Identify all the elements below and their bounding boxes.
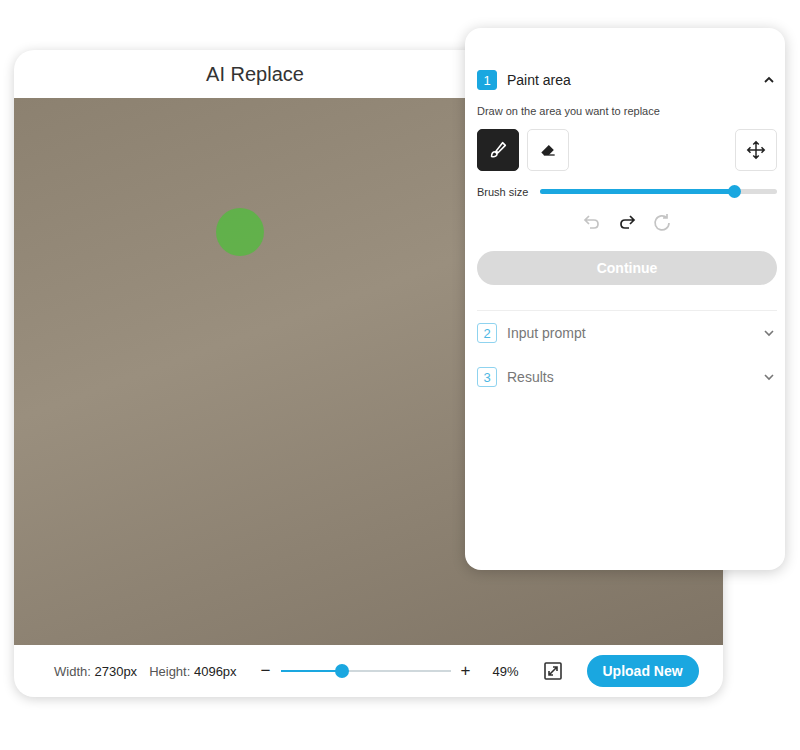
reset-icon[interactable]: [652, 212, 672, 232]
brush-tool-button[interactable]: [477, 129, 519, 171]
editor-title: AI Replace: [206, 63, 304, 86]
undo-icon[interactable]: [582, 212, 602, 232]
brush-icon: [487, 139, 509, 161]
step-title: Input prompt: [507, 325, 753, 341]
brush-cursor: [216, 208, 264, 256]
step-title: Results: [507, 369, 753, 385]
steps-panel: 1 Paint area Draw on the area you want t…: [465, 28, 785, 570]
step-title: Paint area: [507, 72, 753, 88]
step-header[interactable]: 2 Input prompt: [477, 311, 777, 355]
editor-footer: Width: 2730px Height: 4096px − + 49% Upl…: [14, 645, 723, 697]
brush-size-slider[interactable]: [540, 185, 777, 198]
chevron-up-icon: [763, 74, 775, 86]
continue-button[interactable]: Continue: [477, 251, 777, 285]
width-info: Width: 2730px: [54, 664, 137, 679]
step-header[interactable]: 3 Results: [477, 355, 777, 399]
brush-size-label: Brush size: [477, 186, 528, 198]
step-number: 3: [477, 367, 497, 387]
chevron-down-icon: [763, 371, 775, 383]
chevron-down-icon: [763, 327, 775, 339]
zoom-out-button[interactable]: −: [261, 661, 271, 681]
divider: [477, 310, 777, 311]
eraser-tool-button[interactable]: [527, 129, 569, 171]
brush-size-row: Brush size: [477, 185, 777, 198]
fit-screen-icon[interactable]: [543, 661, 563, 681]
move-icon: [745, 139, 767, 161]
redo-icon[interactable]: [617, 212, 637, 232]
zoom-slider[interactable]: [281, 664, 451, 678]
step-number: 2: [477, 323, 497, 343]
step-header[interactable]: 1 Paint area: [477, 70, 777, 90]
height-info: Height: 4096px: [149, 664, 236, 679]
eraser-icon: [538, 140, 558, 160]
upload-new-button[interactable]: Upload New: [587, 655, 699, 687]
zoom-reading: 49%: [492, 664, 518, 679]
history-row: [477, 212, 777, 232]
ai-replace-page: AI Replace Width: 2730px Height: 4096px …: [0, 0, 800, 750]
move-tool-button[interactable]: [735, 129, 777, 171]
step-number: 1: [477, 70, 497, 90]
paint-hint: Draw on the area you want to replace: [477, 105, 777, 117]
paint-area-body: Draw on the area you want to replace Bru…: [477, 105, 777, 285]
tool-row: [477, 129, 777, 171]
zoom-in-button[interactable]: +: [461, 661, 471, 681]
